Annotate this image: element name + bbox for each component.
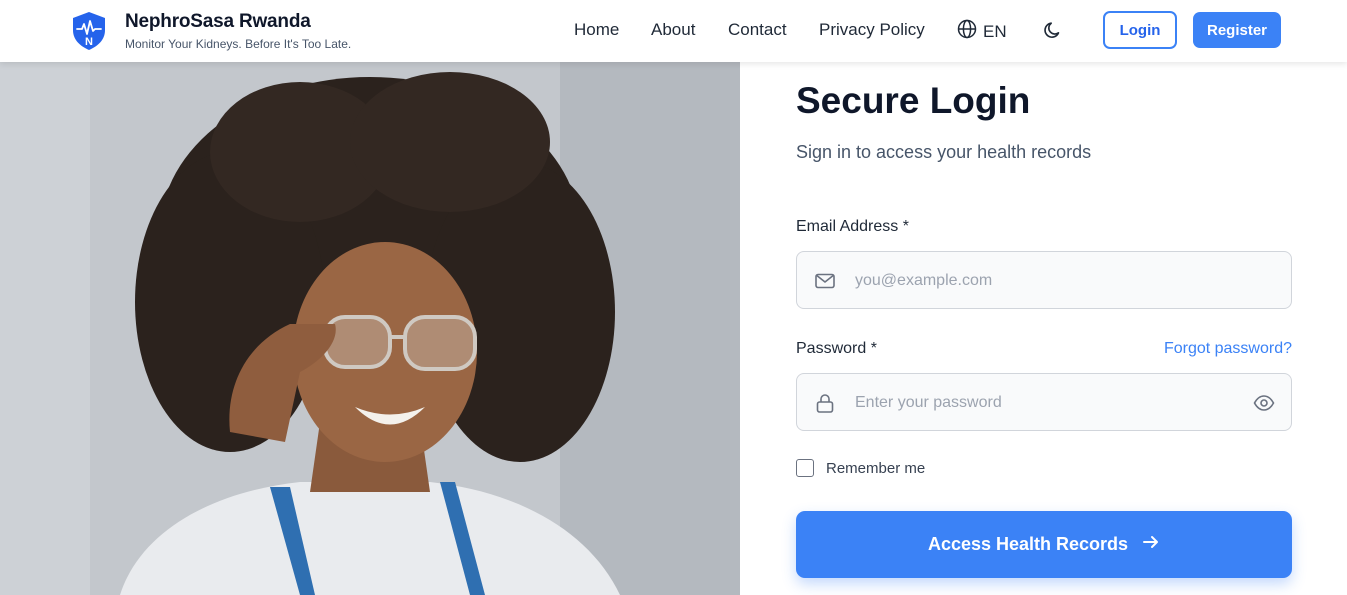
lock-icon — [814, 392, 836, 414]
brand-name[interactable]: NephroSasa Rwanda — [125, 11, 311, 33]
password-input[interactable] — [853, 374, 1237, 432]
email-field-container[interactable] — [796, 251, 1292, 310]
nav-contact-link[interactable]: Contact — [728, 20, 787, 40]
arrow-right-icon — [1142, 533, 1160, 556]
mail-icon — [814, 270, 836, 292]
nav-about-link[interactable]: About — [651, 20, 695, 40]
email-input[interactable] — [853, 252, 1237, 310]
login-button[interactable]: Login — [1103, 11, 1177, 49]
submit-label: Access Health Records — [927, 534, 1129, 554]
eye-icon[interactable] — [1253, 393, 1275, 413]
login-title: Secure Login — [796, 80, 1031, 121]
password-label: Password * — [796, 340, 877, 357]
login-subtitle: Sign in to access your health records — [796, 142, 1092, 162]
register-button[interactable]: Register — [1193, 12, 1281, 48]
password-field-container[interactable] — [796, 373, 1292, 432]
remember-me-row[interactable]: Remember me — [796, 459, 925, 477]
email-label: Email Address * — [796, 218, 909, 235]
hero-photo-doctor — [0, 62, 740, 595]
remember-me-checkbox[interactable] — [796, 459, 814, 477]
brand-tagline: Monitor Your Kidneys. Before It's Too La… — [125, 37, 352, 51]
moon-icon[interactable] — [1043, 20, 1063, 40]
top-navbar: N NephroSasa Rwanda Monitor Your Kidneys… — [0, 0, 1347, 62]
nav-privacy-link[interactable]: Privacy Policy — [819, 20, 925, 40]
shield-logo-icon[interactable]: N — [71, 11, 107, 51]
logo-letter: N — [85, 36, 93, 48]
nav-home-link[interactable]: Home — [574, 20, 619, 40]
globe-icon — [957, 19, 977, 44]
language-label: EN — [983, 21, 1007, 41]
remember-me-label: Remember me — [826, 459, 926, 477]
access-health-records-button[interactable]: Access Health Records — [796, 511, 1292, 578]
language-selector[interactable]: EN — [957, 19, 1007, 44]
forgot-password-link[interactable]: Forgot password? — [1164, 340, 1292, 358]
